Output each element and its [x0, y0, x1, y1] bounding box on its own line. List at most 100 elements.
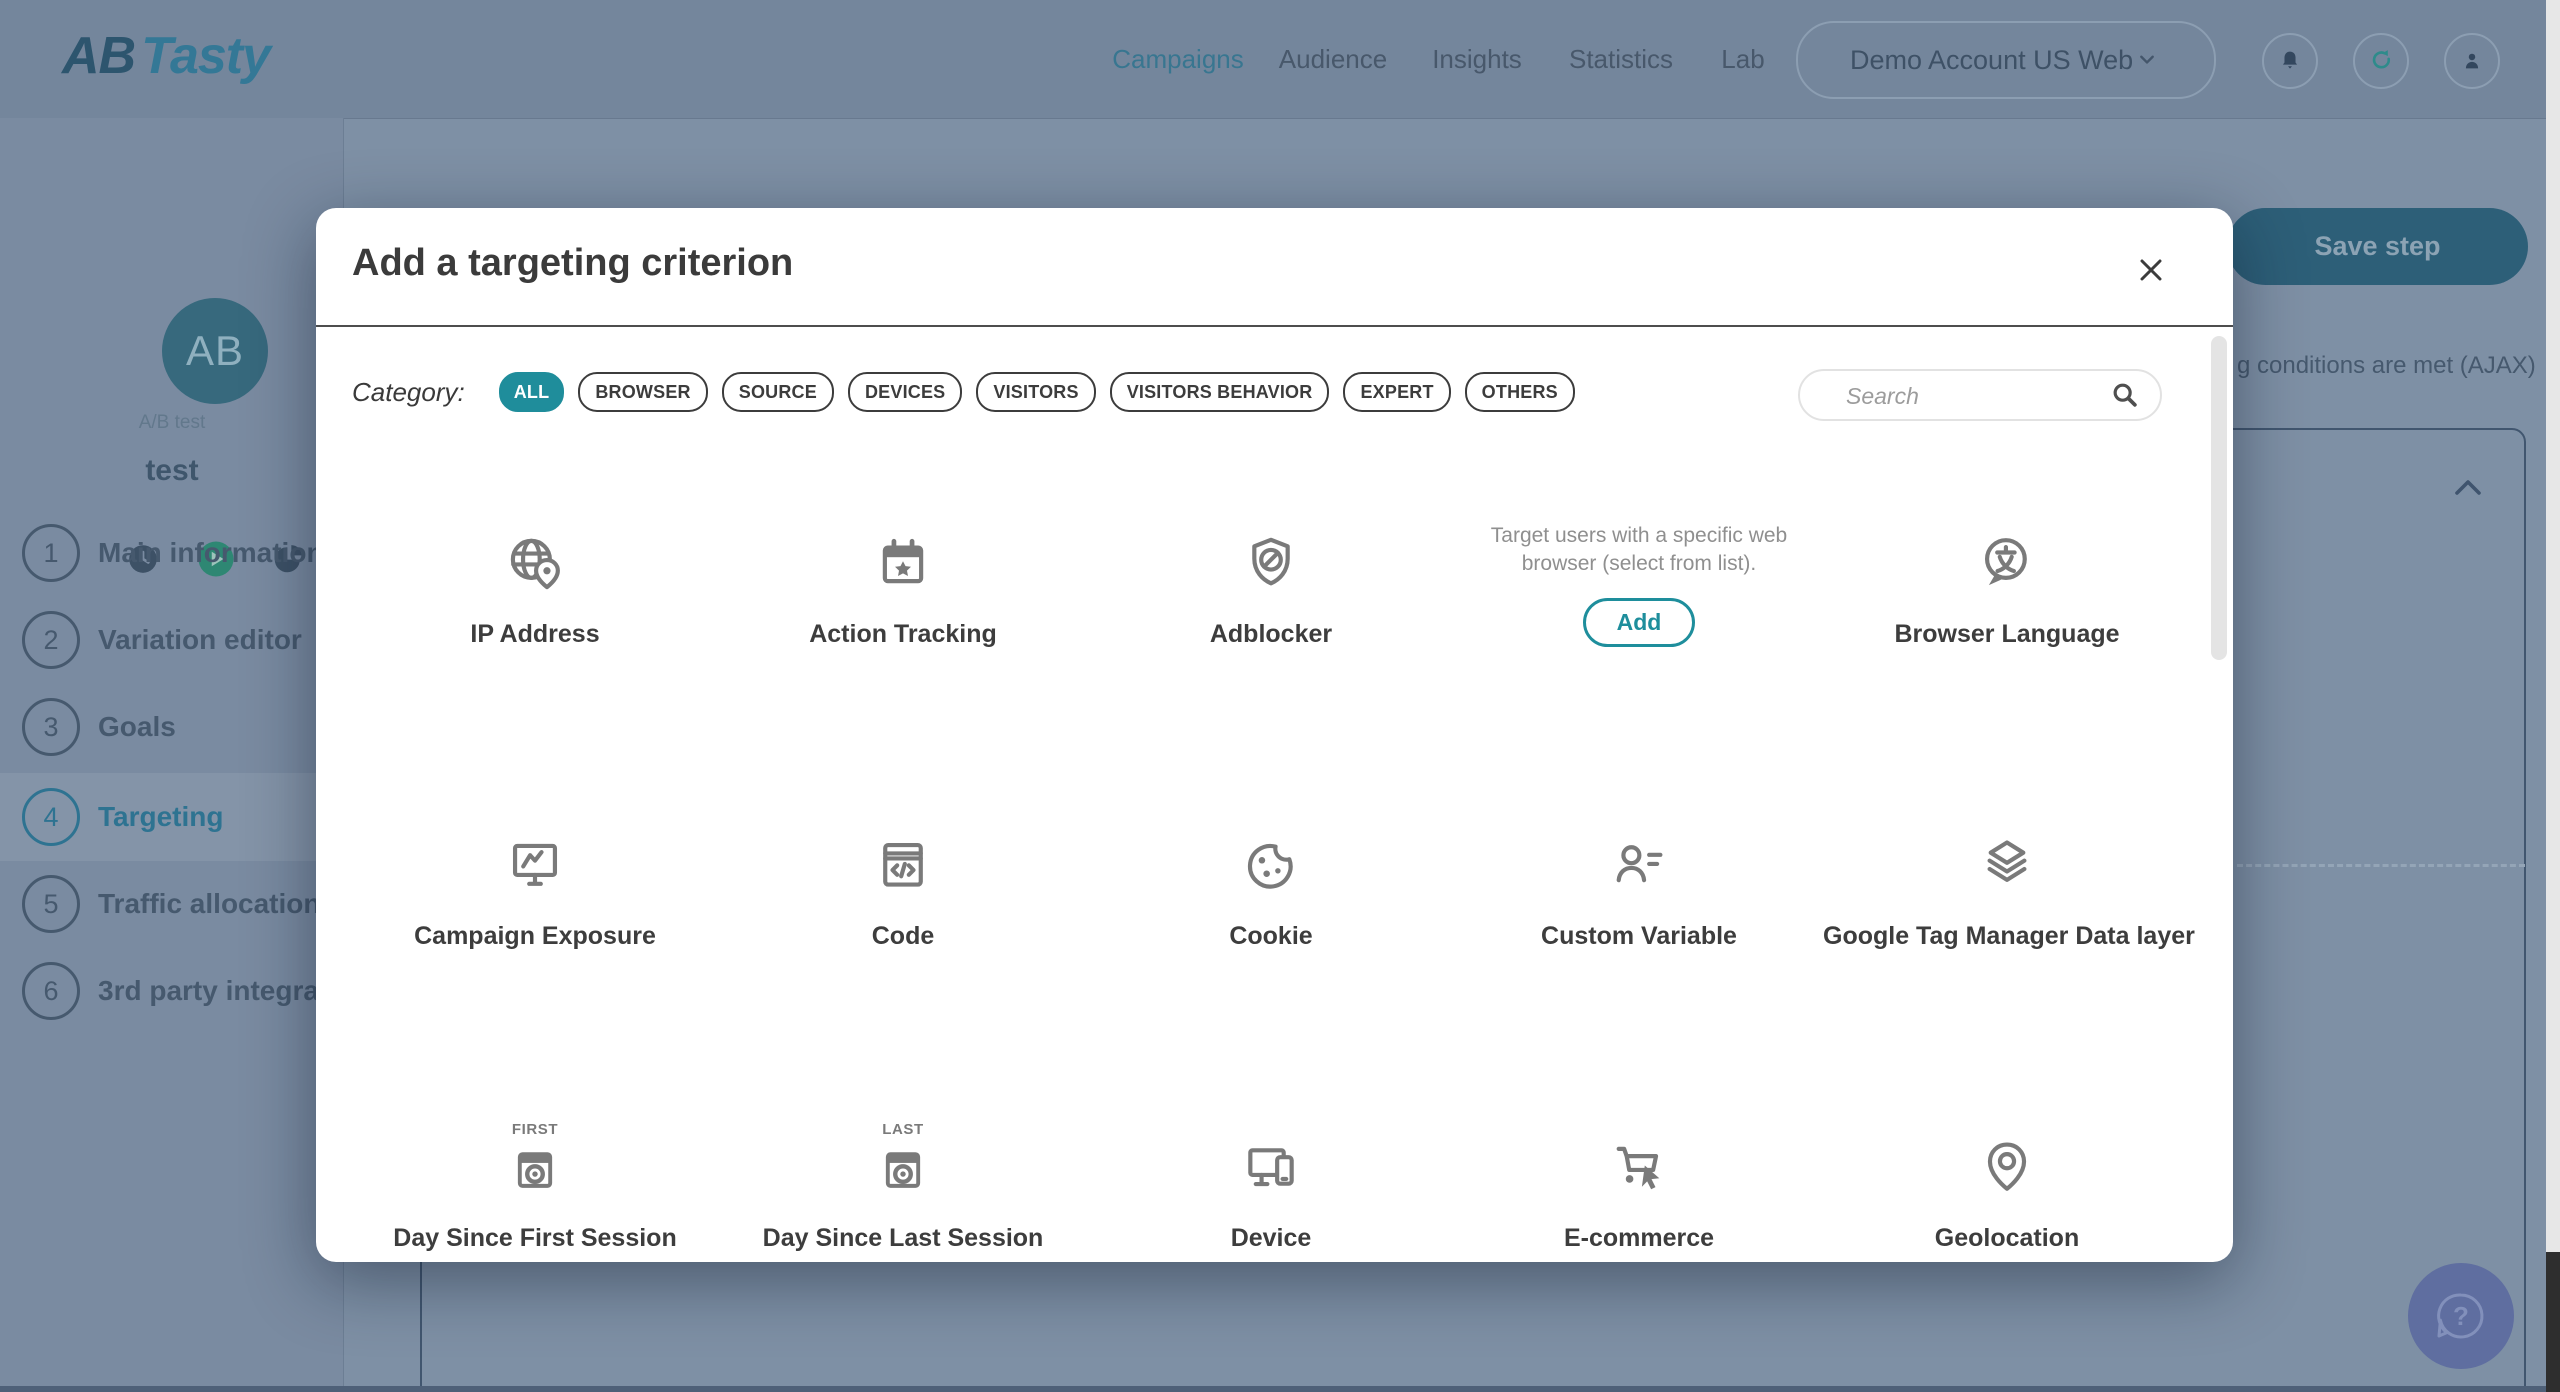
sidebar-step-3rd-party-integration[interactable]: 6 3rd party integration [0, 947, 344, 1035]
account-selector[interactable]: Demo Account US Web [1796, 21, 2216, 99]
modal-scrollbar-thumb[interactable] [2211, 336, 2227, 660]
criterion-label: Geolocation [1823, 1224, 2191, 1253]
top-navigation: ABTasty Campaigns Audience Insights Stat… [0, 0, 2560, 119]
modal-header-divider [316, 325, 2233, 327]
logo-tasty: Tasty [141, 27, 270, 85]
nav-item-insights[interactable]: Insights [1432, 44, 1522, 75]
account-name: Demo Account US Web [1850, 45, 2133, 76]
criterion-label: Day Since Last Session [719, 1224, 1087, 1253]
collapse-chevron-up-icon[interactable] [2452, 476, 2484, 500]
criterion-action-tracking[interactable]: Action Tracking [719, 460, 1087, 762]
add-targeting-criterion-modal: Add a targeting criterion Category: ALL … [316, 208, 2233, 1262]
session-calendar-icon [508, 1142, 562, 1196]
logo-ab: AB [62, 27, 135, 85]
svg-text:?: ? [2453, 1301, 2469, 1331]
calendar-star-icon [874, 534, 932, 592]
campaign-avatar: AB [162, 298, 268, 404]
criterion-label: IP Address [351, 620, 719, 649]
criterion-campaign-exposure[interactable]: Campaign Exposure [351, 762, 719, 1064]
nav-item-audience[interactable]: Audience [1279, 44, 1387, 75]
criterion-label: Device [1087, 1224, 1455, 1253]
step-label: Traffic allocation [98, 888, 321, 920]
sidebar-step-goals[interactable]: 3 Goals [0, 683, 344, 771]
step-number: 2 [22, 611, 80, 669]
sidebar-step-variation-editor[interactable]: 2 Variation editor [0, 596, 344, 684]
criterion-browser-language[interactable]: Browser Language [1823, 460, 2191, 762]
add-criterion-button[interactable]: Add [1583, 598, 1695, 647]
modal-title: Add a targeting criterion [352, 242, 793, 285]
refresh-icon [2367, 47, 2395, 75]
category-pill-expert[interactable]: EXPERT [1343, 372, 1450, 412]
bottom-strip [0, 1386, 2546, 1392]
criterion-browser-hovered[interactable]: Target users with a specific web browser… [1455, 460, 1823, 762]
refresh-button[interactable] [2353, 33, 2409, 89]
criterion-adblocker[interactable]: Adblocker [1087, 460, 1455, 762]
category-pill-source[interactable]: SOURCE [722, 372, 834, 412]
category-pill-visitors-behavior[interactable]: VISITORS BEHAVIOR [1110, 372, 1330, 412]
step-label: Main information [98, 537, 324, 569]
presentation-chart-icon [506, 836, 564, 894]
step-number: 5 [22, 875, 80, 933]
category-pill-visitors[interactable]: VISITORS [976, 372, 1095, 412]
category-filter-row: Category: ALL BROWSER SOURCE DEVICES VIS… [352, 372, 1589, 412]
user-icon [2459, 48, 2485, 74]
step-number: 4 [22, 788, 80, 846]
criterion-label: Browser Language [1823, 620, 2191, 649]
chevron-down-icon [2134, 47, 2160, 73]
criterion-label: Adblocker [1087, 620, 1455, 649]
category-pill-browser[interactable]: BROWSER [578, 372, 707, 412]
category-pill-devices[interactable]: DEVICES [848, 372, 962, 412]
save-step-button[interactable]: Save step [2227, 208, 2528, 285]
criterion-day-since-first-session[interactable]: FIRST Day Since First Session [351, 1064, 719, 1366]
criterion-search [1798, 369, 2162, 421]
campaign-type-label: A/B test [0, 412, 344, 434]
devices-icon [1242, 1138, 1300, 1196]
criterion-ecommerce[interactable]: E-commerce [1455, 1064, 1823, 1366]
nav-item-lab[interactable]: Lab [1721, 44, 1764, 75]
criterion-description: Target users with a specific web browser… [1479, 522, 1799, 578]
category-pill-all[interactable]: ALL [499, 372, 565, 412]
search-icon[interactable] [2110, 380, 2140, 410]
sidebar-step-targeting[interactable]: 4 Targeting [0, 773, 344, 861]
search-input[interactable] [1844, 375, 2098, 417]
criterion-label: Cookie [1087, 922, 1455, 951]
person-list-icon [1610, 836, 1668, 894]
step-label: Variation editor [98, 624, 302, 656]
criterion-label: Custom Variable [1455, 922, 1823, 951]
nav-item-statistics[interactable]: Statistics [1569, 44, 1673, 75]
criterion-cookie[interactable]: Cookie [1087, 762, 1455, 1064]
help-bubble-icon: ? [2428, 1283, 2494, 1349]
close-icon[interactable] [2135, 254, 2167, 286]
session-calendar-icon [876, 1142, 930, 1196]
language-bubble-icon [1978, 534, 2036, 592]
page-scrollbar-thumb[interactable] [2546, 1252, 2560, 1392]
step-number: 1 [22, 524, 80, 582]
cookie-icon [1242, 836, 1300, 894]
campaign-name: test [0, 454, 344, 488]
shield-block-icon [1242, 534, 1300, 592]
cart-cursor-icon [1610, 1138, 1668, 1196]
step-label: Goals [98, 711, 176, 743]
category-pill-others[interactable]: OTHERS [1465, 372, 1575, 412]
abtasty-logo[interactable]: ABTasty [62, 26, 270, 86]
help-button[interactable]: ? [2408, 1263, 2514, 1369]
criterion-ip-address[interactable]: IP Address [351, 460, 719, 762]
criterion-geolocation[interactable]: Geolocation [1823, 1064, 2191, 1366]
criterion-custom-variable[interactable]: Custom Variable [1455, 762, 1823, 1064]
criterion-day-since-last-session[interactable]: LAST Device Day Since Last Session [719, 1064, 1087, 1366]
layers-icon [1978, 836, 2036, 894]
criterion-device[interactable]: Device [1087, 1064, 1455, 1366]
nav-item-campaigns[interactable]: Campaigns [1112, 44, 1244, 75]
criterion-gtm-data-layer[interactable]: Google Tag Manager Data layer [1823, 762, 2191, 1064]
criterion-label: Google Tag Manager Data layer [1823, 922, 2191, 951]
criterion-label: E-commerce [1455, 1224, 1823, 1253]
screen: ABTasty Campaigns Audience Insights Stat… [0, 0, 2560, 1392]
criterion-code[interactable]: Code [719, 762, 1087, 1064]
sidebar-step-traffic-allocation[interactable]: 5 Traffic allocation [0, 860, 344, 948]
sidebar-step-main-information[interactable]: 1 Main information [0, 509, 344, 597]
criterion-label: Code [719, 922, 1087, 951]
page-scrollbar[interactable] [2546, 0, 2560, 1392]
profile-button[interactable] [2444, 33, 2500, 89]
bell-icon [2277, 48, 2303, 74]
notifications-button[interactable] [2262, 33, 2318, 89]
